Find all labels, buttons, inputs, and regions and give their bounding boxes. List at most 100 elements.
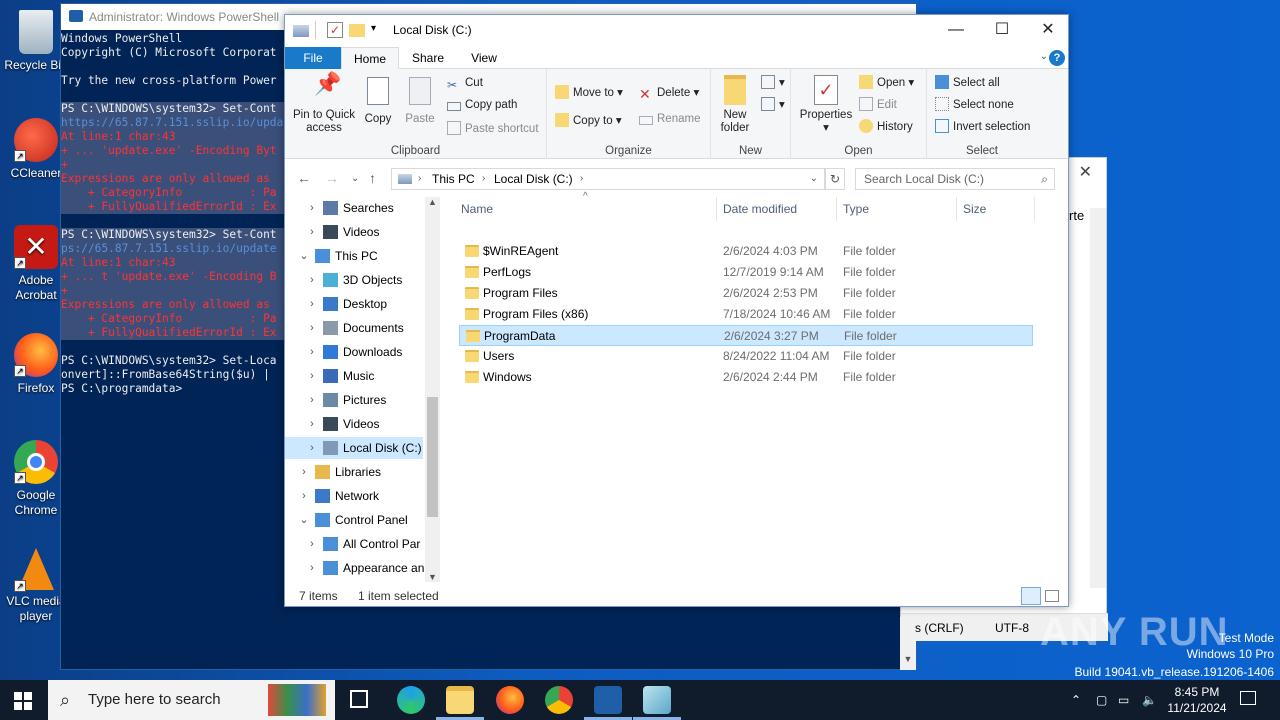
firefox-icon[interactable] <box>496 686 524 714</box>
pin-quick-access-button[interactable]: 📌 Pin to Quick access <box>289 73 359 135</box>
chevron-right-icon[interactable]: › <box>307 293 317 315</box>
task-view-icon[interactable] <box>350 690 368 708</box>
chevron-right-icon[interactable]: › <box>307 341 317 363</box>
tree-item[interactable]: › 3D Objects <box>285 269 425 291</box>
chevron-right-icon[interactable]: › <box>307 533 317 555</box>
desktop-icon-google-chrome[interactable]: ↗ Google Chrome <box>4 440 68 518</box>
explorer-titlebar[interactable]: ✓ ▾ Local Disk (C:) — ☐ ✕ <box>285 15 1068 47</box>
address-dropdown-icon[interactable]: ⌄ <box>810 169 818 189</box>
new-folder-icon[interactable] <box>349 24 365 37</box>
file-row[interactable]: Program Files (x86) 7/18/2024 10:46 AM Fil… <box>459 304 1033 325</box>
file-row[interactable]: ProgramData 2/6/2024 3:27 PM File folder <box>459 325 1033 346</box>
rename-button[interactable]: Rename <box>639 113 700 125</box>
volume-icon[interactable]: 🔈 <box>1142 692 1157 708</box>
tab-share[interactable]: Share <box>403 47 453 69</box>
navigation-pane[interactable]: › Searches › Videos ⌄ This PC › 3D Objects › Desk… <box>285 197 441 577</box>
forward-arrow-icon[interactable]: → <box>325 170 339 186</box>
refresh-icon[interactable]: ↻ <box>825 168 845 190</box>
desktop-icon-adobe-acrobat[interactable]: ✕ ↗ Adobe Acrobat <box>4 225 68 303</box>
chevron-down-icon[interactable]: ▾ <box>371 23 376 34</box>
powershell-icon[interactable] <box>594 686 622 714</box>
column-header-type[interactable]: Type <box>843 202 869 216</box>
desktop-icon-recycle-bin[interactable]: Recycle Bin <box>4 10 68 73</box>
tree-item[interactable]: › Appearance an <box>285 557 425 577</box>
tree-item[interactable]: › Network <box>285 485 425 507</box>
powershell-console[interactable]: Windows PowerShell Copyright (C) Microsof… <box>61 32 286 396</box>
start-button[interactable] <box>14 692 32 710</box>
history-button[interactable]: History <box>859 119 913 133</box>
tree-item[interactable]: › Documents <box>285 317 425 339</box>
chevron-right-icon[interactable]: › <box>307 365 317 387</box>
scroll-down-icon[interactable]: ▼ <box>900 654 916 670</box>
chevron-right-icon[interactable]: › <box>307 317 317 339</box>
help-icon[interactable]: ? <box>1049 50 1065 66</box>
chevron-down-icon[interactable]: ⌄ <box>1040 51 1048 62</box>
search-input[interactable]: Search Local Disk (C:) ⌕ <box>855 168 1055 190</box>
clock[interactable]: 8:45 PM 11/21/2024 <box>1164 684 1230 716</box>
column-header-name[interactable]: Name <box>461 202 493 216</box>
notepad-icon[interactable] <box>643 686 671 714</box>
chevron-right-icon[interactable]: › <box>307 389 317 411</box>
file-row[interactable]: Users 8/24/2022 11:04 AM File folder <box>459 346 1033 367</box>
column-separator[interactable] <box>836 197 837 221</box>
cut-button[interactable]: ✂ Cut <box>447 77 483 92</box>
chevron-right-icon[interactable]: › <box>307 197 317 219</box>
close-icon[interactable]: ✕ <box>1079 162 1092 182</box>
chevron-right-icon[interactable]: › <box>307 269 317 291</box>
tree-item[interactable]: ⌄ Control Panel <box>285 509 425 531</box>
edge-icon[interactable] <box>397 686 425 714</box>
scroll-thumb[interactable] <box>427 397 438 517</box>
tree-item[interactable]: › Videos <box>285 413 425 435</box>
tab-view[interactable]: View <box>457 47 511 69</box>
new-item-button[interactable]: ▾ <box>761 75 785 89</box>
copy-to-button[interactable]: Copy to ▾ <box>555 113 622 127</box>
column-separator[interactable] <box>716 197 717 221</box>
notification-icon[interactable] <box>1240 691 1256 705</box>
chevron-down-icon[interactable]: ⌄ <box>299 245 309 267</box>
scroll-down-icon[interactable]: ▼ <box>425 572 440 582</box>
new-folder-button[interactable]: New folder <box>713 75 757 135</box>
column-separator[interactable] <box>956 197 957 221</box>
tray-chevron-up-icon[interactable]: ⌃ <box>1071 692 1081 708</box>
file-explorer-window[interactable]: ✓ ▾ Local Disk (C:) — ☐ ✕ File Home Shar… <box>284 14 1069 607</box>
navigation-scrollbar[interactable]: ▲ ▼ <box>425 197 440 582</box>
notepad-scrollbar[interactable] <box>1090 208 1106 588</box>
details-view-icon[interactable] <box>1021 587 1041 605</box>
file-row[interactable]: Program Files 2/6/2024 2:53 PM File folder <box>459 283 1033 304</box>
chrome-icon[interactable] <box>545 686 573 714</box>
file-row[interactable]: PerfLogs 12/7/2019 9:14 AM File folder <box>459 262 1033 283</box>
tab-file[interactable]: File <box>285 47 341 69</box>
breadcrumb-local-disk[interactable]: Local Disk (C:) <box>494 169 573 189</box>
paste-shortcut-button[interactable]: Paste shortcut <box>447 121 539 135</box>
tree-item[interactable]: › All Control Par <box>285 533 425 555</box>
chevron-right-icon[interactable]: › <box>307 221 317 243</box>
column-separator[interactable] <box>1034 197 1035 221</box>
properties-button[interactable]: ✓ Properties ▾ <box>795 75 857 135</box>
invert-selection-button[interactable]: Invert selection <box>935 119 1030 133</box>
up-arrow-icon[interactable]: ↑ <box>369 170 376 186</box>
tree-item[interactable]: › Downloads <box>285 341 425 363</box>
tree-item[interactable]: › Desktop <box>285 293 425 315</box>
tree-item[interactable]: › Libraries <box>285 461 425 483</box>
file-explorer-icon[interactable] <box>446 686 474 714</box>
edit-button[interactable]: Edit <box>859 97 897 111</box>
desktop-icon-ccleaner[interactable]: ↗ CCleaner <box>4 118 68 181</box>
move-to-button[interactable]: Move to ▾ <box>555 85 623 99</box>
open-button[interactable]: Open ▾ <box>859 75 914 89</box>
easy-access-button[interactable]: ▾ <box>761 97 785 111</box>
tree-item[interactable]: › Searches <box>285 197 425 219</box>
desktop-icon-firefox[interactable]: ↗ Firefox <box>4 333 68 396</box>
scroll-up-icon[interactable]: ▲ <box>425 197 440 207</box>
chevron-right-icon[interactable]: › <box>307 437 317 459</box>
tray-device-icon[interactable]: ▢ <box>1096 692 1107 708</box>
tree-item[interactable]: › Pictures <box>285 389 425 411</box>
tab-home[interactable]: Home <box>341 47 399 69</box>
chevron-right-icon[interactable]: › <box>307 557 317 577</box>
select-none-button[interactable]: Select none <box>935 97 1014 111</box>
large-icons-view-icon[interactable] <box>1045 590 1059 602</box>
properties-check-icon[interactable]: ✓ <box>327 22 343 38</box>
address-bar[interactable]: › This PC › Local Disk (C:) › ⌄ <box>391 168 825 190</box>
breadcrumb-this-pc[interactable]: This PC <box>432 169 475 189</box>
copy-button[interactable]: Copy <box>361 77 395 126</box>
column-header-size[interactable]: Size <box>963 202 986 216</box>
